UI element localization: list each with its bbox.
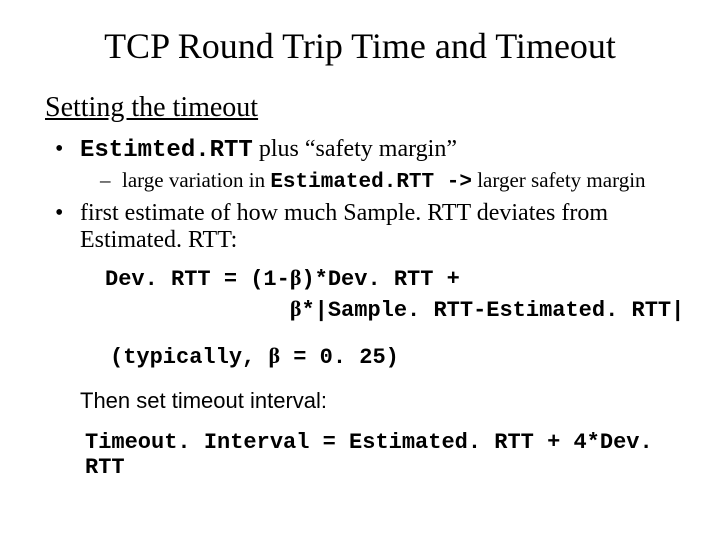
formula-line2-b: *|Sample. RTT-Estimated. RTT|: [301, 298, 684, 323]
bullet-1-code: Estimted.RTT: [80, 137, 253, 164]
section-heading: Setting the timeout: [45, 92, 675, 124]
sub-bullet-1: large variation in Estimated.RTT -> larg…: [100, 168, 675, 194]
typical-value: (typically, β = 0. 25): [110, 343, 675, 370]
sub-bullet-1-text-a: large variation in: [122, 168, 270, 192]
sub-bullet-1-text-b: larger safety margin: [472, 168, 646, 192]
sub-bullet-list: large variation in Estimated.RTT -> larg…: [100, 168, 675, 194]
beta-symbol-2: β: [290, 296, 302, 321]
bullet-2: first estimate of how much Sample. RTT d…: [55, 200, 675, 254]
slide: TCP Round Trip Time and Timeout Setting …: [0, 0, 720, 540]
formula-line2-pad: [105, 298, 290, 323]
formula-line1-a: Dev. RTT = (1-: [105, 267, 290, 292]
formula-devrtt: Dev. RTT = (1-β)*Dev. RTT + β*|Sample. R…: [105, 264, 675, 325]
beta-symbol: β: [290, 265, 302, 290]
bullet-2-text: first estimate of how much Sample. RTT d…: [80, 200, 608, 253]
bullet-list: Estimted.RTT plus “safety margin” large …: [55, 136, 675, 254]
formula-line1-b: )*Dev. RTT +: [301, 267, 459, 292]
beta-symbol-3: β: [268, 343, 280, 368]
typical-b: = 0. 25): [280, 345, 399, 370]
slide-title: TCP Round Trip Time and Timeout: [45, 25, 675, 67]
bullet-1-text: plus “safety margin”: [253, 136, 457, 162]
formula-timeout: Timeout. Interval = Estimated. RTT + 4*D…: [85, 430, 675, 480]
sub-bullet-1-code: Estimated.RTT ->: [270, 171, 472, 194]
then-text: Then set timeout interval:: [80, 388, 675, 414]
bullet-1: Estimted.RTT plus “safety margin” large …: [55, 136, 675, 194]
typical-a: (typically,: [110, 345, 268, 370]
